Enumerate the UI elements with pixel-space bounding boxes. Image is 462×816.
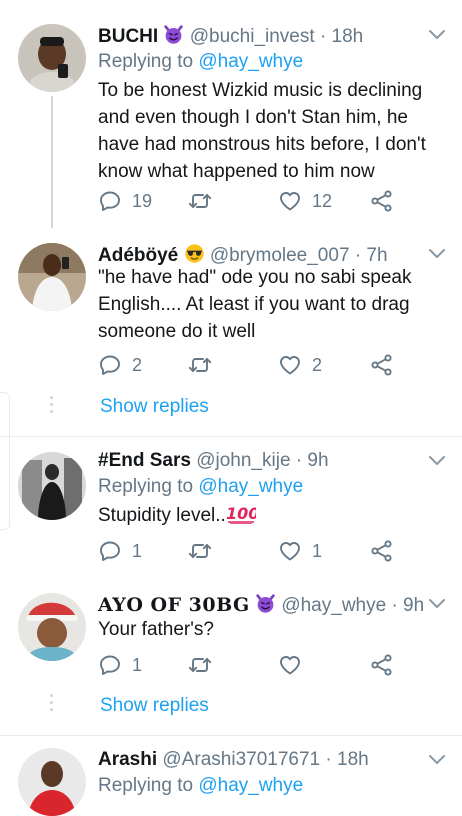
share-icon bbox=[370, 353, 394, 377]
replying-to: Replying to @hay_whye bbox=[98, 476, 304, 497]
display-name[interactable]: Arashi bbox=[98, 749, 157, 770]
handle[interactable]: @hay_whye bbox=[281, 595, 386, 616]
like-button[interactable]: 2 bbox=[278, 353, 322, 377]
hundred-points-emoji bbox=[226, 504, 256, 524]
timestamp[interactable]: · 9h bbox=[391, 595, 424, 616]
sunglasses-emoji bbox=[184, 243, 205, 264]
reply-count: 2 bbox=[132, 354, 143, 375]
display-name[interactable]: AYO OF 30BG bbox=[98, 594, 250, 616]
reply-button[interactable]: 19 bbox=[98, 189, 152, 213]
scroll-edge bbox=[0, 392, 10, 530]
reply-icon bbox=[98, 353, 122, 377]
reply-count: 1 bbox=[132, 540, 143, 561]
tweet-actions: 19 12 bbox=[98, 189, 398, 215]
avatar[interactable] bbox=[18, 243, 86, 311]
reply-count: 1 bbox=[132, 654, 143, 675]
timestamp[interactable]: · 9h bbox=[296, 450, 329, 471]
timestamp[interactable]: · 7h bbox=[355, 245, 388, 266]
chevron-down-icon[interactable] bbox=[428, 248, 446, 260]
thread-dots bbox=[50, 396, 53, 417]
chevron-down-icon[interactable] bbox=[428, 598, 446, 610]
reply-button[interactable]: 2 bbox=[98, 353, 142, 377]
retweet-button[interactable] bbox=[188, 353, 212, 377]
like-count: 1 bbox=[312, 540, 323, 561]
tweet-text: To be honest Wizkid music is declining a… bbox=[98, 80, 426, 182]
tweet-actions: 2 2 bbox=[98, 353, 398, 379]
retweet-icon bbox=[188, 653, 212, 677]
like-count: 12 bbox=[312, 190, 333, 211]
retweet-button[interactable] bbox=[188, 189, 212, 213]
smiling-imp-emoji bbox=[163, 24, 184, 45]
avatar[interactable] bbox=[18, 593, 86, 661]
chevron-down-icon[interactable] bbox=[428, 754, 446, 766]
tweet-header: BUCHI @buchi_invest · 18h bbox=[98, 24, 363, 48]
avatar[interactable] bbox=[18, 452, 86, 520]
divider bbox=[0, 436, 462, 437]
show-replies-link[interactable]: Show replies bbox=[100, 396, 209, 418]
heart-icon bbox=[278, 539, 302, 563]
share-button[interactable] bbox=[370, 653, 394, 677]
thread-dots bbox=[50, 694, 53, 715]
replying-to: Replying to @hay_whye bbox=[98, 775, 304, 796]
share-button[interactable] bbox=[370, 189, 394, 213]
reply-button[interactable]: 1 bbox=[98, 653, 142, 677]
heart-icon bbox=[278, 189, 302, 213]
like-button[interactable]: 12 bbox=[278, 189, 332, 213]
like-count: 2 bbox=[312, 354, 323, 375]
retweet-button[interactable] bbox=[188, 539, 212, 563]
display-name[interactable]: #End Sars bbox=[98, 450, 191, 471]
share-button[interactable] bbox=[370, 353, 394, 377]
handle[interactable]: @john_kije bbox=[196, 450, 290, 471]
display-name[interactable]: BUCHI bbox=[98, 26, 158, 47]
smiling-imp-emoji bbox=[255, 593, 276, 614]
retweet-icon bbox=[188, 539, 212, 563]
mention-link[interactable]: @hay_whye bbox=[198, 51, 303, 72]
chevron-down-icon[interactable] bbox=[428, 29, 446, 41]
reply-icon bbox=[98, 653, 122, 677]
display-name[interactable]: Adéböyé bbox=[98, 245, 178, 266]
handle[interactable]: @buchi_invest bbox=[190, 26, 315, 47]
tweet-text: Stupidity level.. bbox=[98, 502, 428, 529]
timestamp[interactable]: · 18h bbox=[325, 749, 368, 770]
chevron-down-icon[interactable] bbox=[428, 455, 446, 467]
timestamp[interactable]: · 18h bbox=[320, 26, 363, 47]
avatar[interactable] bbox=[18, 24, 86, 92]
heart-icon bbox=[278, 653, 302, 677]
mention-link[interactable]: @hay_whye bbox=[198, 775, 303, 796]
share-icon bbox=[370, 539, 394, 563]
handle[interactable]: @Arashi37017671 bbox=[162, 749, 320, 770]
tweet-text: "he have had" ode you no sabi speak Engl… bbox=[98, 267, 412, 342]
avatar[interactable] bbox=[18, 748, 86, 816]
handle[interactable]: @brymolee_007 bbox=[210, 245, 350, 266]
retweet-icon bbox=[188, 189, 212, 213]
like-button[interactable]: 1 bbox=[278, 539, 322, 563]
share-button[interactable] bbox=[370, 539, 394, 563]
replying-to: Replying to @hay_whye bbox=[98, 51, 304, 72]
tweet-text: Your father's? bbox=[98, 619, 214, 640]
share-icon bbox=[370, 653, 394, 677]
divider bbox=[0, 735, 462, 736]
retweet-button[interactable] bbox=[188, 653, 212, 677]
show-replies-link[interactable]: Show replies bbox=[100, 695, 209, 717]
reply-count: 19 bbox=[132, 190, 153, 211]
reply-icon bbox=[98, 539, 122, 563]
reply-icon bbox=[98, 189, 122, 213]
heart-icon bbox=[278, 353, 302, 377]
reply-button[interactable]: 1 bbox=[98, 539, 142, 563]
retweet-icon bbox=[188, 353, 212, 377]
tweet-actions: 1 bbox=[98, 653, 398, 679]
tweet-header: Arashi @Arashi37017671 · 18h bbox=[98, 749, 369, 771]
tweet-header: AYO OF 30BG @hay_whye · 9h bbox=[98, 593, 424, 617]
like-button[interactable] bbox=[278, 653, 302, 677]
tweet-header: #End Sars @john_kije · 9h bbox=[98, 450, 329, 472]
tweet-actions: 1 1 bbox=[98, 539, 398, 565]
share-icon bbox=[370, 189, 394, 213]
mention-link[interactable]: @hay_whye bbox=[198, 476, 303, 497]
